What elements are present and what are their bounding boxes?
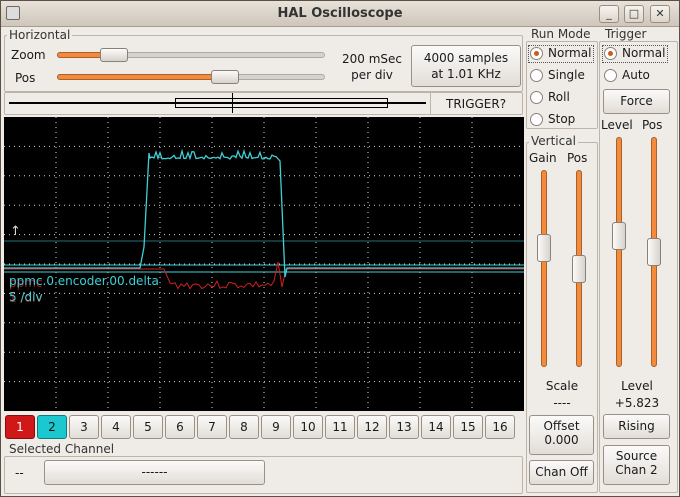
pos-slider-thumb[interactable] — [210, 70, 239, 84]
trigger-status-text: TRIGGER? — [446, 97, 507, 111]
pos-label: Pos — [15, 71, 36, 85]
trigger-mode-radio-normal[interactable] — [604, 47, 617, 60]
trace-label: ppmc.0.encoder.00.delta — [9, 274, 159, 288]
run-mode-option-label: Single — [548, 68, 585, 82]
channel-2-trace — [4, 148, 524, 278]
close-icon: ✕ — [655, 7, 665, 20]
channel-button-6[interactable]: 6 — [165, 415, 195, 439]
display-window-box[interactable] — [175, 98, 388, 108]
offset-line2: 0.000 — [544, 433, 579, 447]
trigger-mode-option-label: Auto — [622, 68, 650, 82]
trigger-level-caption: Level — [621, 379, 653, 393]
samples-line2: at 1.01 KHz — [431, 67, 501, 81]
vertical-gain-label: Gain — [529, 151, 557, 165]
channel-button-16[interactable]: 16 — [485, 415, 515, 439]
run-mode-radio-roll[interactable] — [530, 91, 543, 104]
run-mode-label: Run Mode — [529, 27, 593, 41]
time-per-div-line1: 200 mSec — [341, 52, 402, 66]
time-per-div-line2: per div — [351, 68, 393, 82]
run-mode-option-label: Stop — [548, 112, 576, 126]
vertical-pos-label: Pos — [567, 151, 588, 165]
zoom-slider-thumb[interactable] — [100, 48, 129, 62]
channel-button-10[interactable]: 10 — [293, 415, 323, 439]
chan-off-button[interactable]: Chan Off — [529, 460, 594, 485]
channel-button-3[interactable]: 3 — [69, 415, 99, 439]
window-title: HAL Oscilloscope — [277, 6, 403, 21]
trigger-level-slider-thumb[interactable] — [612, 221, 626, 250]
channel-button-2[interactable]: 2 — [37, 415, 67, 439]
offset-button[interactable]: Offset 0.000 — [529, 415, 594, 455]
trigger-mode-option-normal[interactable]: Normal — [602, 45, 668, 63]
pos-slider-fill — [57, 74, 225, 80]
channel-button-7[interactable]: 7 — [197, 415, 227, 439]
run-mode-radio-normal[interactable] — [530, 47, 543, 60]
run-mode-option-label: Roll — [548, 90, 570, 104]
trigger-level-label: Level — [601, 118, 633, 132]
scope-display[interactable]: ↑ ppmc 1 /div ppmc.0.encoder.00.delta 5 … — [4, 117, 524, 411]
minimize-button[interactable]: _ — [599, 5, 619, 23]
trigger-mode-option-auto[interactable]: Auto — [602, 67, 668, 85]
trigger-position-marker — [232, 93, 233, 113]
channel-button-9[interactable]: 9 — [261, 415, 291, 439]
maximize-icon: □ — [628, 7, 640, 20]
force-button[interactable]: Force — [603, 89, 670, 114]
vertical-scale-label: Scale — [545, 379, 579, 393]
selected-channel-label: Selected Channel — [7, 442, 117, 456]
trigger-status-divider — [430, 93, 431, 114]
trigger-edge-button[interactable]: Rising — [603, 414, 670, 439]
offset-line1: Offset — [543, 419, 580, 433]
channel-button-1[interactable]: 1 — [5, 415, 35, 439]
samples-line1: 4000 samples — [423, 51, 509, 65]
selected-channel-name-button[interactable]: ------ — [44, 460, 265, 485]
trigger-source-button[interactable]: Source Chan 2 — [603, 445, 670, 485]
channel-button-8[interactable]: 8 — [229, 415, 259, 439]
minimize-icon: _ — [606, 7, 612, 20]
trigger-mode-option-label: Normal — [622, 46, 666, 60]
title-bar[interactable]: HAL Oscilloscope _ □ ✕ — [1, 1, 679, 27]
run-mode-radio-stop[interactable] — [530, 113, 543, 126]
channel-button-11[interactable]: 11 — [325, 415, 355, 439]
run-mode-option-normal[interactable]: Normal — [528, 45, 594, 63]
trigger-source-line2: Chan 2 — [615, 463, 658, 477]
vertical-scale-value: ---- — [553, 396, 571, 410]
channel-button-13[interactable]: 13 — [389, 415, 419, 439]
channel-button-14[interactable]: 14 — [421, 415, 451, 439]
run-mode-option-label: Normal — [548, 46, 592, 60]
trigger-source-line1: Source — [615, 449, 658, 463]
trigger-pos-label: Pos — [642, 118, 663, 132]
trigger-mode-radio-auto[interactable] — [604, 69, 617, 82]
close-button[interactable]: ✕ — [650, 5, 670, 23]
channel-button-12[interactable]: 12 — [357, 415, 387, 439]
samples-button[interactable]: 4000 samples at 1.01 KHz — [411, 45, 521, 87]
scope-grid — [4, 117, 524, 411]
channel-button-4[interactable]: 4 — [101, 415, 131, 439]
trigger-level-value: +5.823 — [614, 396, 660, 410]
trigger-label: Trigger — [603, 27, 649, 41]
maximize-button[interactable]: □ — [624, 5, 644, 23]
selected-channel-id: -- — [15, 466, 24, 480]
vertical-label: Vertical — [529, 134, 578, 148]
channel-button-15[interactable]: 15 — [453, 415, 483, 439]
vertical-gain-slider-thumb[interactable] — [537, 234, 551, 263]
horizontal-frame-label: Horizontal — [7, 28, 73, 42]
trace-scale: 5 /div — [9, 290, 43, 304]
vertical-gain-slider-fill — [541, 170, 547, 367]
run-mode-option-single[interactable]: Single — [528, 67, 594, 85]
run-mode-option-stop[interactable]: Stop — [528, 111, 594, 129]
trigger-level-arrow-icon: ↑ — [10, 224, 21, 239]
oscilloscope-window: HAL Oscilloscope _ □ ✕ Horizontal Zoom P… — [0, 0, 680, 497]
channel-button-5[interactable]: 5 — [133, 415, 163, 439]
trigger-level-slider-fill — [616, 137, 622, 367]
trigger-pos-slider-thumb[interactable] — [647, 238, 661, 266]
vertical-pos-slider-thumb[interactable] — [572, 254, 586, 283]
scope-canvas: ↑ ppmc 1 /div ppmc.0.encoder.00.delta 5 … — [4, 117, 524, 411]
run-mode-radio-single[interactable] — [530, 69, 543, 82]
zoom-label: Zoom — [11, 48, 46, 62]
run-mode-option-roll[interactable]: Roll — [528, 89, 594, 107]
